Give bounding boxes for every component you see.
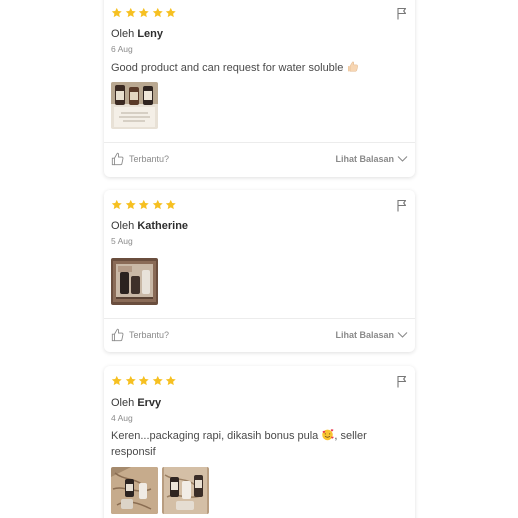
author-name: Ervy	[137, 397, 162, 409]
review-author: Oleh Katherine	[111, 220, 188, 232]
author-prefix: Oleh	[111, 220, 135, 232]
review-photo[interactable]	[111, 82, 158, 129]
star-icon	[165, 7, 176, 18]
review-text-line1-tail: , seller	[334, 430, 367, 442]
rating-stars	[111, 7, 177, 19]
review-photo[interactable]	[162, 467, 209, 514]
review-text: Good product and can request for water s…	[111, 60, 405, 76]
star-icon	[152, 199, 163, 210]
review-text-content: Good product and can request for water s…	[111, 62, 344, 74]
thumbs-up-icon	[111, 152, 124, 166]
report-flag-icon[interactable]	[396, 7, 408, 20]
star-icon	[111, 199, 122, 210]
helpful-button[interactable]: Terbantu?	[111, 328, 169, 342]
thumbs-up-icon	[111, 328, 124, 342]
review-footer: Terbantu? Lihat Balasan	[104, 318, 415, 352]
view-replies-label: Lihat Balasan	[335, 330, 394, 340]
view-replies-label: Lihat Balasan	[335, 154, 394, 164]
author-prefix: Oleh	[111, 397, 135, 409]
star-icon	[138, 199, 149, 210]
review-text-line1: Keren...packaging rapi, dikasih bonus pu…	[111, 430, 319, 442]
star-icon	[125, 375, 136, 386]
chevron-down-icon	[397, 332, 408, 338]
review-footer: Terbantu? Lihat Balasan	[104, 142, 415, 176]
review-photo[interactable]	[111, 258, 158, 305]
thumbs-up-emoji-icon	[348, 61, 359, 72]
review-photos	[111, 82, 158, 129]
helpful-label: Terbantu?	[129, 154, 170, 164]
report-flag-icon[interactable]	[396, 375, 408, 388]
review-card: Oleh Leny 6 Aug Good product and can req…	[104, 0, 415, 177]
star-icon	[138, 375, 149, 386]
review-date: 6 Aug	[111, 44, 133, 54]
review-photo[interactable]	[111, 467, 158, 514]
author-name: Leny	[137, 28, 163, 40]
star-icon	[111, 375, 122, 386]
helpful-label: Terbantu?	[129, 330, 170, 340]
review-photos	[111, 258, 158, 305]
star-icon	[125, 7, 136, 18]
star-icon	[165, 199, 176, 210]
review-text: Keren...packaging rapi, dikasih bonus pu…	[111, 428, 405, 460]
review-text-line2: responsif	[111, 446, 156, 458]
review-card: Oleh Ervy 4 Aug Keren...packaging rapi, …	[104, 366, 415, 518]
review-photos	[111, 467, 209, 514]
star-icon	[152, 7, 163, 18]
star-icon	[165, 375, 176, 386]
review-date: 5 Aug	[111, 236, 133, 246]
rating-stars	[111, 199, 177, 211]
star-icon	[138, 7, 149, 18]
review-card: Oleh Katherine 5 Aug Terbantu? Lihat Bal…	[104, 190, 415, 352]
view-replies-button[interactable]: Lihat Balasan	[335, 154, 408, 164]
review-author: Oleh Leny	[111, 28, 163, 40]
chevron-down-icon	[397, 156, 408, 162]
rating-stars	[111, 375, 177, 387]
star-icon	[111, 7, 122, 18]
star-icon	[152, 375, 163, 386]
author-prefix: Oleh	[111, 28, 135, 40]
review-date: 4 Aug	[111, 413, 133, 423]
review-author: Oleh Ervy	[111, 397, 161, 409]
report-flag-icon[interactable]	[396, 199, 408, 212]
view-replies-button[interactable]: Lihat Balasan	[335, 330, 408, 340]
star-icon	[125, 199, 136, 210]
helpful-button[interactable]: Terbantu?	[111, 152, 169, 166]
smiling-face-with-hearts-emoji-icon	[322, 429, 334, 441]
author-name: Katherine	[137, 220, 189, 232]
